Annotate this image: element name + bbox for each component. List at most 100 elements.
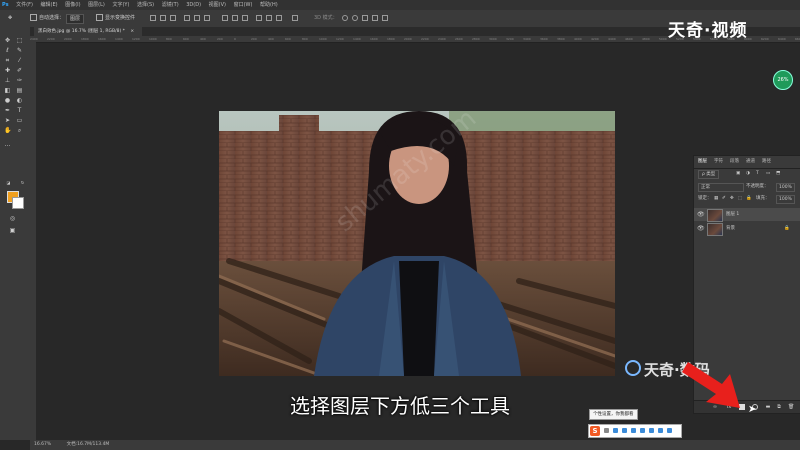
default-colors-icon[interactable]: ◪ (5, 179, 12, 186)
menu-item-edit[interactable]: 编辑(E) (41, 0, 58, 10)
lock-all-icon[interactable]: 🔒 (746, 194, 752, 204)
more-tools-icon[interactable]: … (4, 141, 11, 148)
layer-row[interactable]: 👁 图层 1 (694, 208, 800, 222)
new-group-icon[interactable]: ▬ (765, 404, 771, 410)
lock-pixels-icon[interactable]: ✐ (722, 194, 726, 204)
dodge-tool-icon[interactable]: ◐ (16, 97, 23, 104)
auto-select-dropdown[interactable]: 图层 (66, 14, 85, 24)
healing-brush-icon[interactable]: ✚ (4, 67, 11, 74)
filter-shape-icon[interactable]: ▭ (766, 169, 770, 179)
ime-moon-icon[interactable] (613, 428, 618, 433)
menu-item-window[interactable]: 窗口(W) (234, 0, 253, 10)
marquee-tool-icon[interactable]: ⬚ (16, 37, 23, 44)
tab-channels[interactable]: 通道 (746, 158, 755, 164)
quick-mask-icon[interactable]: ◎ (9, 215, 16, 222)
swap-colors-icon[interactable]: ↻ (19, 179, 26, 186)
ime-mic-icon[interactable] (631, 428, 636, 433)
gradient-tool-icon[interactable]: ▤ (16, 87, 23, 94)
zoom-level[interactable]: 16.67% (34, 442, 51, 447)
tab-paragraph[interactable]: 段落 (730, 158, 739, 164)
menu-item-help[interactable]: 帮助(H) (260, 0, 278, 10)
3d-slide-icon[interactable] (372, 15, 378, 21)
path-select-icon[interactable]: ➤ (4, 117, 11, 124)
menu-item-type[interactable]: 文字(Y) (112, 0, 129, 10)
3d-scale-icon[interactable] (382, 15, 388, 21)
ime-punct-icon[interactable] (622, 428, 627, 433)
3d-rotate-icon[interactable] (342, 15, 348, 21)
filter-pixel-icon[interactable]: ▣ (736, 169, 740, 179)
eye-icon[interactable]: 👁 (697, 208, 705, 221)
lock-position-icon[interactable]: ✥ (730, 194, 734, 204)
filter-smart-icon[interactable]: ⬒ (776, 169, 780, 179)
screen-mode-icon[interactable]: ▣ (9, 227, 16, 234)
document-tab[interactable]: 黑白效色.jpg @ 16.7% (图层 1, RGB/8) * × (34, 27, 143, 36)
menu-item-filter[interactable]: 滤镜(T) (162, 0, 179, 10)
brush-tool-icon[interactable]: ✐ (16, 67, 23, 74)
menu-item-file[interactable]: 文件(F) (16, 0, 33, 10)
sogou-logo-icon[interactable]: S (590, 426, 600, 436)
menu-item-layer[interactable]: 图层(L) (88, 0, 105, 10)
opacity-field[interactable]: 100% (776, 183, 795, 192)
lock-transparent-icon[interactable]: ▦ (714, 194, 718, 204)
distribute-right-icon[interactable] (276, 15, 282, 21)
move-tool-icon[interactable]: ✥ (8, 14, 12, 22)
shape-tool-icon[interactable]: ▭ (16, 117, 23, 124)
lasso-tool-icon[interactable]: ℓ (4, 47, 11, 54)
close-tab-icon[interactable]: × (130, 29, 134, 34)
clone-stamp-icon[interactable]: ⊥ (4, 77, 11, 84)
ime-tools-icon[interactable] (658, 428, 663, 433)
tab-character[interactable]: 字符 (714, 158, 723, 164)
show-transform-checkbox[interactable]: 显示变换控件 (96, 14, 135, 22)
menu-item-image[interactable]: 图像(I) (65, 0, 80, 10)
auto-align-icon[interactable] (292, 15, 298, 21)
tab-layers[interactable]: 图层 (698, 158, 707, 164)
align-left-icon[interactable] (184, 15, 190, 21)
3d-roll-icon[interactable] (352, 15, 358, 21)
ime-lang-icon[interactable] (604, 428, 609, 433)
menu-item-3d[interactable]: 3D(D) (186, 0, 201, 10)
filter-type-icon[interactable]: T (756, 169, 759, 179)
eye-icon[interactable]: 👁 (697, 222, 705, 235)
eraser-tool-icon[interactable]: ◧ (4, 87, 11, 94)
distribute-hcenter-icon[interactable] (266, 15, 272, 21)
ime-keyboard-icon[interactable] (640, 428, 645, 433)
3d-drag-icon[interactable] (362, 15, 368, 21)
align-bottom-icon[interactable] (170, 15, 176, 21)
ime-skin-icon[interactable] (649, 428, 654, 433)
type-tool-icon[interactable]: T (16, 107, 23, 114)
menu-item-select[interactable]: 选择(S) (137, 0, 154, 10)
distribute-top-icon[interactable] (222, 15, 228, 21)
layer-filter-dropdown[interactable]: ρ 类型 (698, 170, 720, 179)
eyedropper-icon[interactable]: ⁄ (16, 57, 23, 64)
layer-row[interactable]: 👁 背景 🔒 (694, 222, 800, 236)
distribute-left-icon[interactable] (256, 15, 262, 21)
align-hcenter-icon[interactable] (194, 15, 200, 21)
background-color-swatch[interactable] (12, 197, 24, 209)
quick-select-icon[interactable]: ✎ (16, 47, 23, 54)
align-right-icon[interactable] (204, 15, 210, 21)
auto-select-checkbox[interactable]: 自动选择： (30, 14, 64, 22)
layer-thumbnail (707, 223, 723, 236)
blend-mode-dropdown[interactable]: 正常 (698, 183, 744, 192)
hand-tool-icon[interactable]: ✋ (4, 127, 11, 134)
align-top-icon[interactable] (150, 15, 156, 21)
ruler-tick: 800 (166, 37, 172, 41)
pen-tool-icon[interactable]: ✒ (4, 107, 11, 114)
distribute-bottom-icon[interactable] (242, 15, 248, 21)
new-layer-icon[interactable]: ⧉ (776, 404, 782, 410)
distribute-vcenter-icon[interactable] (232, 15, 238, 21)
ime-menu-icon[interactable] (667, 428, 672, 433)
crop-tool-icon[interactable]: ⌗ (4, 57, 11, 64)
blur-tool-icon[interactable]: ● (4, 97, 11, 104)
filter-adjust-icon[interactable]: ◑ (746, 169, 750, 179)
fill-field[interactable]: 100% (776, 195, 795, 204)
delete-layer-icon[interactable]: 🗑 (788, 404, 794, 410)
history-brush-icon[interactable]: ✑ (16, 77, 23, 84)
align-vcenter-icon[interactable] (160, 15, 166, 21)
move-tool-icon[interactable]: ✥ (4, 37, 11, 44)
tab-paths[interactable]: 路径 (762, 158, 771, 164)
menu-item-view[interactable]: 视图(V) (209, 0, 226, 10)
lock-artboard-icon[interactable]: ⬚ (738, 194, 742, 204)
ruler-tick: 600 (285, 37, 291, 41)
zoom-tool-icon[interactable]: ⌕ (16, 127, 23, 134)
